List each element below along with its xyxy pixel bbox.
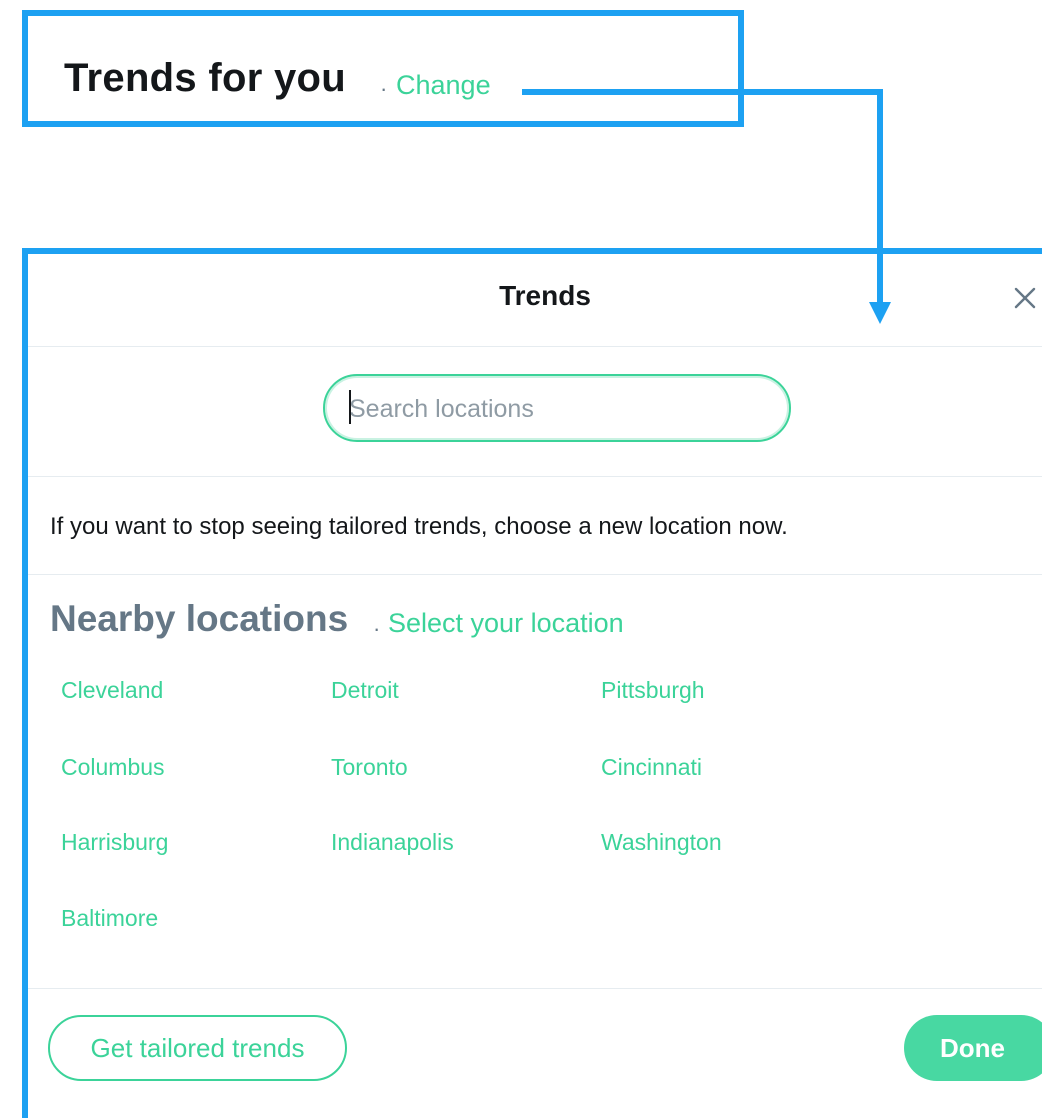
modal-divider — [28, 574, 1042, 575]
location-link[interactable]: Pittsburgh — [601, 677, 705, 704]
select-location-link[interactable]: Select your location — [388, 608, 624, 639]
annotation-arrow-line — [877, 89, 883, 304]
location-link[interactable]: Washington — [601, 829, 722, 856]
nearby-locations-heading: Nearby locations — [50, 598, 349, 639]
modal-divider — [28, 346, 1042, 347]
location-link[interactable]: Harrisburg — [61, 829, 168, 856]
search-input[interactable] — [347, 390, 771, 428]
location-link[interactable]: Cleveland — [61, 677, 163, 704]
location-link[interactable]: Indianapolis — [331, 829, 454, 856]
separator-dot: · — [373, 616, 381, 641]
modal-divider — [28, 476, 1042, 477]
modal-title: Trends — [499, 280, 591, 311]
close-icon[interactable] — [1008, 281, 1042, 315]
modal-divider — [28, 988, 1042, 989]
location-link[interactable]: Baltimore — [61, 905, 158, 932]
separator-dot: · — [380, 76, 388, 101]
get-tailored-trends-button[interactable]: Get tailored trends — [48, 1015, 347, 1081]
location-link[interactable]: Detroit — [331, 677, 399, 704]
location-link[interactable]: Cincinnati — [601, 754, 702, 781]
annotation-arrow-line — [522, 89, 883, 95]
done-button[interactable]: Done — [904, 1015, 1042, 1081]
search-field[interactable] — [323, 374, 791, 442]
location-link[interactable]: Toronto — [331, 754, 408, 781]
location-link[interactable]: Columbus — [61, 754, 165, 781]
text-caret — [349, 390, 351, 424]
change-link[interactable]: Change — [396, 70, 491, 101]
info-text: If you want to stop seeing tailored tren… — [50, 513, 788, 540]
trends-heading: Trends for you — [64, 56, 347, 100]
